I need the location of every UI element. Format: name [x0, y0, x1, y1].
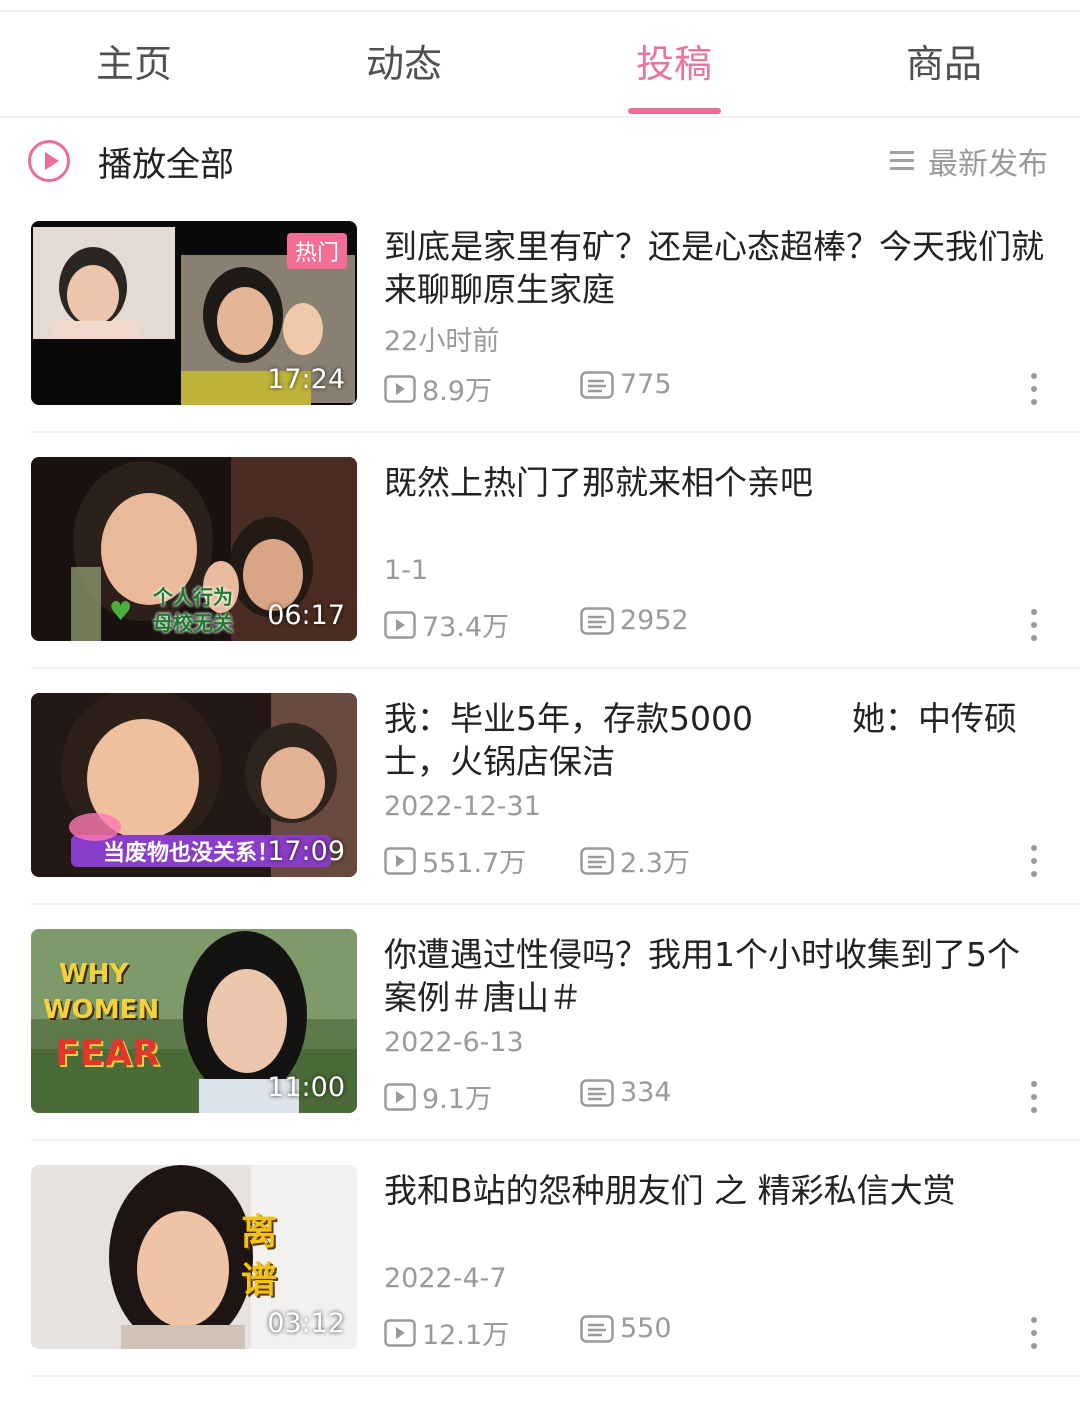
item-divider [31, 667, 1080, 669]
danmaku-icon [580, 1078, 614, 1107]
video-title[interactable]: 既然上热门了那就来相个亲吧 [384, 461, 1044, 504]
view-count-value: 8.9万 [422, 376, 492, 407]
view-count: 12.1万 [384, 1313, 509, 1352]
heart-icon: ♥ [109, 597, 133, 627]
more-options-icon[interactable] [1024, 1315, 1044, 1351]
play-all-button[interactable]: 播放全部 [28, 134, 234, 188]
tab-bar: 主页 动态 投稿 商品 [0, 14, 1080, 114]
video-item: 个人行为 母校无关 ♥ 06:17 既然上热门了那就来相个亲吧 1-1 73.4… [0, 457, 1080, 693]
video-thumbnail[interactable]: 个人行为 母校无关 ♥ 06:17 [31, 457, 357, 641]
comment-count: 2952 [580, 605, 689, 636]
item-divider [31, 431, 1080, 433]
play-count-icon [384, 610, 416, 639]
video-item: 当废物也没关系！ 17:09 我：毕业5年，存款5000 她：中传硕士，火锅店保… [0, 693, 1080, 929]
video-duration: 06:17 [267, 600, 345, 631]
thumbnail-caption: WHY [59, 959, 129, 989]
item-divider [31, 903, 1080, 905]
danmaku-icon [580, 1314, 614, 1343]
more-options-icon[interactable] [1024, 1079, 1044, 1115]
video-date: 2022-6-13 [384, 1027, 524, 1058]
video-thumbnail[interactable]: 当废物也没关系！ 17:09 [31, 693, 357, 877]
list-sort-icon [890, 151, 914, 171]
video-date: 2022-12-31 [384, 791, 541, 822]
view-count: 551.7万 [384, 841, 526, 880]
play-count-icon [384, 374, 416, 403]
video-date: 2022-4-7 [384, 1263, 507, 1294]
play-count-icon [384, 1318, 416, 1347]
thumbnail-caption: 离 [241, 1212, 278, 1253]
active-tab-indicator [628, 108, 721, 114]
hot-badge: 热门 [286, 233, 347, 269]
comment-count-value: 2.3万 [620, 848, 690, 879]
tab-shop[interactable]: 商品 [844, 14, 1044, 114]
danmaku-icon [580, 370, 614, 399]
item-divider [31, 1139, 1080, 1141]
play-all-label: 播放全部 [98, 144, 234, 185]
video-title[interactable]: 我：毕业5年，存款5000 她：中传硕士，火锅店保洁 [384, 697, 1044, 783]
thumbnail-caption: 母校无关 [153, 611, 233, 635]
video-title[interactable]: 到底是家里有矿？还是心态超棒？今天我们就来聊聊原生家庭 [384, 225, 1044, 311]
view-count-value: 9.1万 [422, 1084, 492, 1115]
thumbnail-caption: WOMEN [43, 995, 160, 1025]
top-divider [0, 10, 1080, 12]
more-options-icon[interactable] [1024, 843, 1044, 879]
tab-uploads[interactable]: 投稿 [574, 14, 774, 114]
danmaku-icon [580, 606, 614, 635]
thumbnail-caption: 谱 [241, 1260, 278, 1301]
video-duration: 17:09 [267, 836, 345, 867]
view-count: 9.1万 [384, 1077, 492, 1116]
comment-count-value: 775 [620, 369, 672, 400]
tab-dynamics[interactable]: 动态 [304, 14, 504, 114]
play-count-icon [384, 1082, 416, 1111]
play-circle-icon [28, 140, 70, 182]
tab-home[interactable]: 主页 [34, 14, 234, 114]
sort-button[interactable]: 最新发布 [890, 134, 1048, 188]
thumbnail-caption: 当废物也没关系！ [103, 841, 280, 866]
more-options-icon[interactable] [1024, 371, 1044, 407]
sort-label: 最新发布 [928, 147, 1048, 182]
video-item: 热门 17:24 到底是家里有矿？还是心态超棒？今天我们就来聊聊原生家庭 22小… [0, 221, 1080, 457]
video-title[interactable]: 我和B站的怨种朋友们 之 精彩私信大赏 [384, 1169, 1044, 1212]
comment-count: 2.3万 [580, 841, 690, 880]
thumbnail-caption: FEAR [55, 1033, 160, 1074]
comment-count-value: 334 [620, 1077, 672, 1108]
view-count-value: 551.7万 [422, 848, 527, 879]
video-duration: 17:24 [267, 364, 345, 395]
tabs-divider [0, 116, 1080, 118]
comment-count: 775 [580, 369, 672, 400]
video-title[interactable]: 你遭遇过性侵吗？我用1个小时收集到了5个案例＃唐山＃ [384, 933, 1044, 1019]
video-duration: 03:12 [267, 1308, 345, 1339]
play-count-icon [384, 846, 416, 875]
danmaku-icon [580, 846, 614, 875]
comment-count: 550 [580, 1313, 672, 1344]
view-count: 73.4万 [384, 605, 509, 644]
comment-count: 334 [580, 1077, 672, 1108]
view-count-value: 12.1万 [422, 1320, 510, 1351]
comment-count-value: 2952 [620, 605, 689, 636]
video-date: 22小时前 [384, 326, 500, 357]
video-item: 离 谱 03:12 我和B站的怨种朋友们 之 精彩私信大赏 2022-4-7 1… [0, 1165, 1080, 1401]
view-count: 8.9万 [384, 369, 492, 408]
more-options-icon[interactable] [1024, 607, 1044, 643]
thumbnail-caption: 个人行为 [153, 585, 233, 609]
video-thumbnail[interactable]: 离 谱 03:12 [31, 1165, 357, 1349]
comment-count-value: 550 [620, 1313, 672, 1344]
video-duration: 11:00 [267, 1072, 345, 1103]
video-thumbnail[interactable]: WHY WOMEN FEAR 11:00 [31, 929, 357, 1113]
item-divider [31, 1375, 1080, 1377]
video-item: WHY WOMEN FEAR 11:00 你遭遇过性侵吗？我用1个小时收集到了5… [0, 929, 1080, 1165]
view-count-value: 73.4万 [422, 612, 510, 643]
video-thumbnail[interactable]: 热门 17:24 [31, 221, 357, 405]
video-date: 1-1 [384, 555, 429, 586]
